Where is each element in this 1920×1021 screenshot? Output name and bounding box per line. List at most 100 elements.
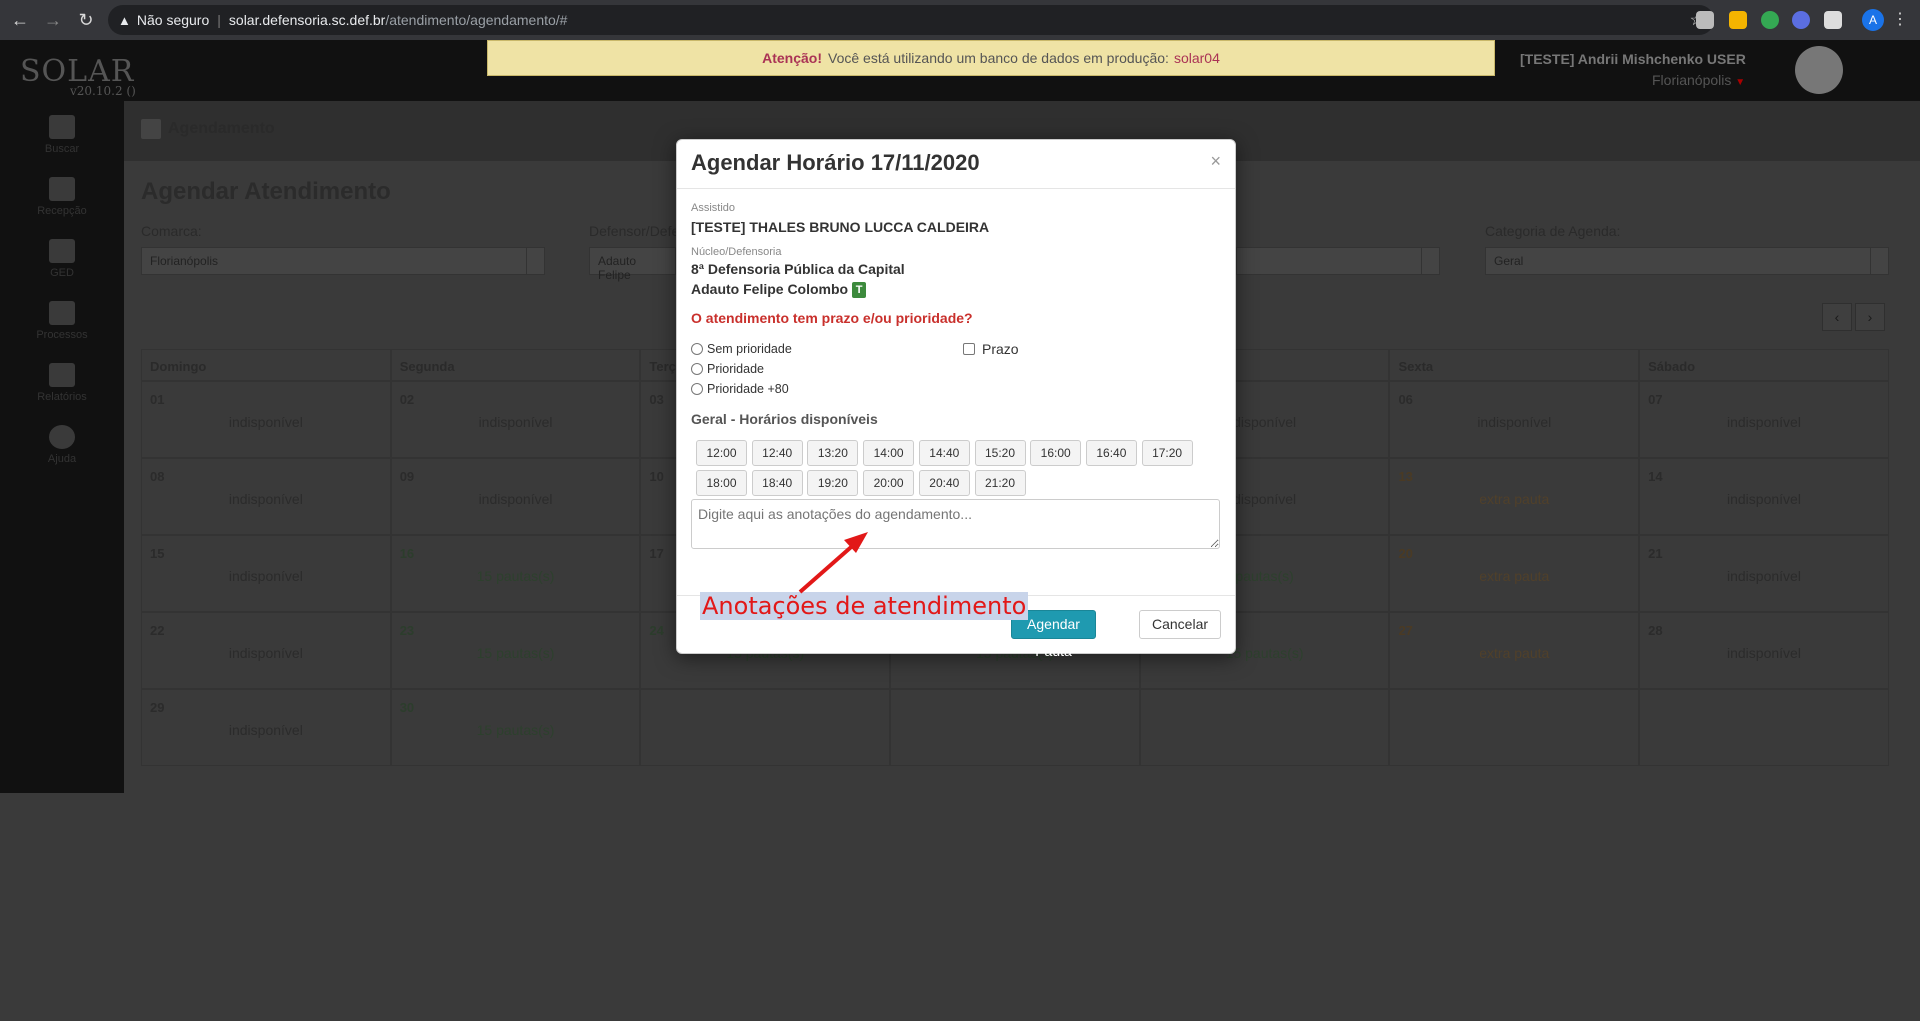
- page-background: [0, 793, 1920, 1021]
- day-status: indisponível: [228, 491, 303, 507]
- next-month-button[interactable]: ›: [1855, 303, 1885, 331]
- time-slot-button[interactable]: 14:40: [918, 440, 970, 466]
- calendar-day-cell[interactable]: 15 indisponível: [141, 535, 391, 612]
- calendar-day-cell[interactable]: 02 indisponível: [390, 381, 641, 458]
- defensor-value: Adauto Felipe: [598, 254, 637, 282]
- time-slot-button[interactable]: 20:40: [918, 470, 970, 496]
- calendar-day-cell[interactable]: 08 indisponível: [141, 458, 391, 535]
- calendar-day-cell[interactable]: 28 indisponível: [1639, 612, 1889, 689]
- user-avatar[interactable]: [1795, 46, 1843, 94]
- prazo-checkbox[interactable]: Prazo: [963, 341, 1019, 357]
- calendar-day-cell[interactable]: [1139, 689, 1390, 766]
- production-alert: Atenção! Você está utilizando um banco d…: [487, 40, 1495, 76]
- sidebar-item-label: Processos: [36, 329, 88, 341]
- notes-extension-icon[interactable]: [1729, 11, 1747, 29]
- sidebar-item-recepcao[interactable]: Recepção: [0, 177, 124, 217]
- time-slot-button[interactable]: 13:20: [807, 440, 859, 466]
- comarca-select[interactable]: Florianópolis: [141, 247, 545, 275]
- time-slot-button[interactable]: 14:00: [863, 440, 915, 466]
- radio-circle[interactable]: [691, 383, 703, 395]
- calendar-day-cell[interactable]: [890, 689, 1140, 766]
- user-location-label: Florianópolis: [1652, 72, 1732, 88]
- calendar-day-cell[interactable]: 13 extra pauta: [1389, 458, 1640, 535]
- calendar-day-cell[interactable]: [1639, 689, 1889, 766]
- calendar-day-cell[interactable]: 14 indisponível: [1639, 458, 1889, 535]
- categoria-value: Geral: [1494, 254, 1524, 268]
- sidebar-item-ajuda[interactable]: Ajuda: [0, 425, 124, 465]
- notes-textarea[interactable]: [691, 499, 1220, 549]
- calendar-day-cell[interactable]: 23 15 pautas(s): [390, 612, 641, 689]
- checkbox-box[interactable]: [963, 343, 975, 355]
- time-slot-button[interactable]: 19:20: [807, 470, 859, 496]
- sidebar-item-processos[interactable]: Processos: [0, 301, 124, 341]
- time-slot-button[interactable]: 21:20: [974, 470, 1026, 496]
- day-number: 20: [1398, 546, 1413, 561]
- day-status: indisponível: [1727, 645, 1801, 661]
- calendar-day-cell[interactable]: [1389, 689, 1640, 766]
- day-status: indisponível: [1727, 568, 1801, 584]
- time-slot-button[interactable]: 16:40: [1085, 440, 1137, 466]
- calendar-day-cell[interactable]: 30 15 pautas(s): [390, 689, 641, 766]
- green-extension-icon[interactable]: [1761, 11, 1779, 29]
- url-path: /atendimento/agendamento/#: [385, 12, 568, 28]
- time-slot-button[interactable]: 12:00: [696, 440, 747, 466]
- time-slot-button[interactable]: 12:40: [751, 440, 803, 466]
- puzzle-icon[interactable]: [1824, 11, 1842, 29]
- radio-circle[interactable]: [691, 343, 703, 355]
- calendar-day-cell[interactable]: 01 indisponível: [141, 381, 391, 458]
- cancel-button[interactable]: Cancelar: [1139, 610, 1221, 639]
- day-number: 29: [150, 700, 165, 715]
- comarca-value: Florianópolis: [150, 254, 219, 268]
- calendar-day-cell[interactable]: 09 indisponível: [390, 458, 641, 535]
- time-slot-button[interactable]: 16:00: [1030, 440, 1082, 466]
- radio-prioridade-80[interactable]: Prioridade +80: [691, 382, 789, 396]
- user-location[interactable]: Florianópolis ▼: [1652, 72, 1745, 88]
- day-number: 23: [399, 623, 415, 638]
- sidebar-item-label: Buscar: [44, 143, 80, 155]
- time-slot-button[interactable]: 20:00: [863, 470, 915, 496]
- forward-icon[interactable]: →: [40, 7, 66, 33]
- day-number: 07: [1648, 392, 1663, 407]
- defensor-select[interactable]: Adauto Felipe: [589, 247, 676, 282]
- calendar-day-cell[interactable]: [640, 689, 891, 766]
- sidebar-item-ged[interactable]: GED: [0, 239, 124, 279]
- calendar-day-cell[interactable]: 22 indisponível: [141, 612, 391, 689]
- browser-menu-icon[interactable]: ⋮: [1892, 9, 1908, 29]
- nucleo-name: 8ª Defensoria Pública da Capital: [691, 261, 905, 277]
- time-slot-button[interactable]: 17:20: [1141, 440, 1193, 466]
- radio-circle[interactable]: [691, 363, 703, 375]
- time-slot-button[interactable]: 15:20: [974, 440, 1026, 466]
- close-icon[interactable]: ×: [1210, 151, 1221, 172]
- calendar-day-cell[interactable]: 27 extra pauta: [1389, 612, 1640, 689]
- radio-label: Prioridade: [707, 362, 764, 376]
- profile-avatar[interactable]: A: [1862, 9, 1884, 31]
- address-bar[interactable]: ▲ Não seguro | solar.defensoria.sc.def.b…: [108, 5, 1714, 35]
- day-number: 06: [1398, 392, 1413, 407]
- day-status: indisponível: [1727, 491, 1801, 507]
- radio-prioridade[interactable]: Prioridade: [691, 362, 764, 376]
- modal-divider: [677, 188, 1235, 189]
- reload-icon[interactable]: ↻: [73, 7, 99, 33]
- categoria-select[interactable]: Geral: [1485, 247, 1889, 275]
- gear-extension-icon[interactable]: [1792, 11, 1810, 29]
- calendar-day-cell[interactable]: 29 indisponível: [141, 689, 391, 766]
- secondary-select[interactable]: [1236, 247, 1440, 275]
- annotation-label: Anotações de atendimento: [700, 592, 1029, 620]
- back-icon[interactable]: ←: [7, 7, 33, 33]
- calendar-day-cell[interactable]: 16 15 pautas(s): [390, 535, 641, 612]
- sidebar-item-buscar[interactable]: Buscar: [0, 115, 124, 155]
- time-slot-button[interactable]: 18:40: [751, 470, 803, 496]
- user-name[interactable]: [TESTE] Andrii Mishchenko USER: [1520, 51, 1746, 67]
- sidebar-item-relatorios[interactable]: Relatórios: [0, 363, 124, 403]
- radio-sem-prioridade[interactable]: Sem prioridade: [691, 342, 792, 356]
- calendar-day-cell[interactable]: 06 indisponível: [1389, 381, 1640, 458]
- prev-month-button[interactable]: ‹: [1822, 303, 1852, 331]
- calendar-day-cell[interactable]: 07 indisponível: [1639, 381, 1889, 458]
- time-slot-button[interactable]: 18:00: [696, 470, 747, 496]
- calendar-header: Domingo: [141, 349, 391, 381]
- calendar-day-cell[interactable]: 21 indisponível: [1639, 535, 1889, 612]
- chevron-down-icon: [526, 248, 544, 274]
- page-header-title: Agendamento: [168, 120, 275, 137]
- extension-icon[interactable]: [1696, 11, 1714, 29]
- calendar-day-cell[interactable]: 20 extra pauta: [1389, 535, 1640, 612]
